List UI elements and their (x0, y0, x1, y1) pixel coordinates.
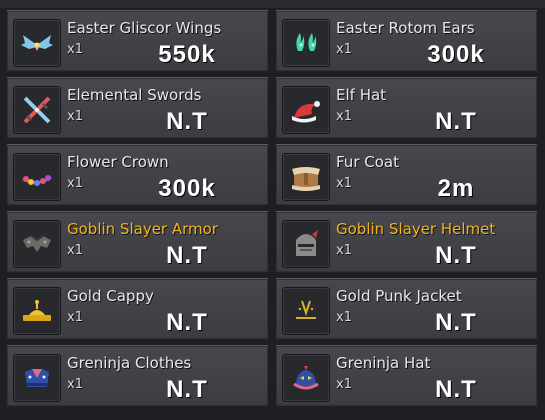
item-name: Gold Cappy (67, 287, 154, 305)
item-name: Goblin Slayer Armor (67, 220, 218, 238)
item-name: Easter Gliscor Wings (67, 19, 222, 37)
item-card-gold-punk-jacket[interactable]: Gold Punk Jacket x1 N.T (275, 278, 538, 340)
item-price: 550k (158, 41, 216, 68)
item-card-easter-rotom-ears[interactable]: Easter Rotom Ears x1 300k (275, 10, 538, 72)
item-price: 2m (437, 175, 475, 202)
item-name: Greninja Hat (336, 354, 431, 372)
item-price: N.T (166, 376, 208, 403)
item-price: 300k (427, 41, 485, 68)
fur-coat-icon (282, 153, 330, 201)
item-card-elemental-swords[interactable]: Elemental Swords x1 N.T (6, 77, 269, 139)
item-price: 300k (158, 175, 216, 202)
item-quantity: x1 (336, 176, 352, 191)
item-quantity: x1 (67, 310, 83, 325)
item-quantity: x1 (67, 176, 83, 191)
swords-icon (13, 86, 61, 134)
flower-crown-icon (13, 153, 61, 201)
item-price: N.T (435, 309, 477, 336)
item-card-goblin-slayer-helmet[interactable]: Goblin Slayer Helmet x1 N.T (275, 211, 538, 273)
item-card-fur-coat[interactable]: Fur Coat x1 2m (275, 144, 538, 206)
cap-icon (13, 287, 61, 335)
item-price: N.T (166, 242, 208, 269)
item-card-goblin-slayer-armor[interactable]: Goblin Slayer Armor x1 N.T (6, 211, 269, 273)
item-card-easter-gliscor-wings[interactable]: Easter Gliscor Wings x1 550k (6, 10, 269, 72)
item-quantity: x1 (336, 243, 352, 258)
item-quantity: x1 (336, 310, 352, 325)
item-quantity: x1 (67, 377, 83, 392)
item-name: Greninja Clothes (67, 354, 192, 372)
item-name: Elf Hat (336, 86, 387, 104)
item-card-gold-cappy[interactable]: Gold Cappy x1 N.T (6, 278, 269, 340)
item-grid: Easter Gliscor Wings x1 550k Easter Roto… (6, 10, 538, 407)
item-name: Goblin Slayer Helmet (336, 220, 496, 238)
item-price: N.T (166, 108, 208, 135)
helmet-icon (282, 220, 330, 268)
item-quantity: x1 (67, 42, 83, 57)
armor-icon (13, 220, 61, 268)
item-quantity: x1 (67, 109, 83, 124)
item-name: Flower Crown (67, 153, 169, 171)
item-price: N.T (166, 309, 208, 336)
greninja-hat-icon (282, 354, 330, 402)
item-quantity: x1 (336, 109, 352, 124)
clothes-icon (13, 354, 61, 402)
wings-icon (13, 19, 61, 67)
item-quantity: x1 (67, 243, 83, 258)
ears-icon (282, 19, 330, 67)
panel-top-edge (0, 0, 545, 8)
item-quantity: x1 (336, 377, 352, 392)
item-card-elf-hat[interactable]: Elf Hat x1 N.T (275, 77, 538, 139)
elf-hat-icon (282, 86, 330, 134)
item-name: Elemental Swords (67, 86, 202, 104)
item-name: Gold Punk Jacket (336, 287, 462, 305)
item-card-greninja-clothes[interactable]: Greninja Clothes x1 N.T (6, 345, 269, 407)
item-price: N.T (435, 376, 477, 403)
item-name: Easter Rotom Ears (336, 19, 475, 37)
item-quantity: x1 (336, 42, 352, 57)
jacket-icon (282, 287, 330, 335)
item-card-flower-crown[interactable]: Flower Crown x1 300k (6, 144, 269, 206)
item-price: N.T (435, 242, 477, 269)
inventory-panel: Easter Gliscor Wings x1 550k Easter Roto… (0, 0, 545, 420)
item-name: Fur Coat (336, 153, 399, 171)
item-price: N.T (435, 108, 477, 135)
item-card-greninja-hat[interactable]: Greninja Hat x1 N.T (275, 345, 538, 407)
